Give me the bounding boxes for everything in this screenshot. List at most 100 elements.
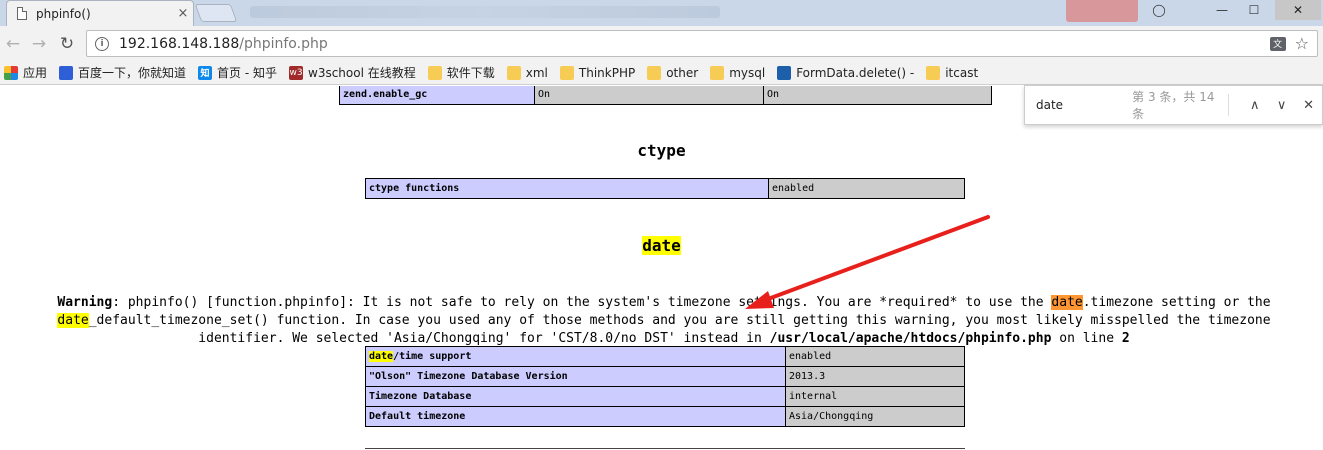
ctype-table: ctype functions enabled	[365, 178, 965, 199]
close-window-button[interactable]: ✕	[1275, 0, 1321, 20]
warning-line: 2	[1121, 331, 1130, 346]
info-icon[interactable]: i	[95, 36, 109, 51]
bookmark-item[interactable]: 百度一下，你就知道	[59, 64, 186, 81]
folder-icon	[647, 65, 662, 80]
tab-close-icon[interactable]: ×	[173, 6, 193, 21]
local-value-cell: On	[534, 86, 764, 105]
address-bar[interactable]: i 192.168.148.188/phpinfo.php 文 ☆	[86, 30, 1318, 57]
user-icon[interactable]: ◯	[1148, 0, 1170, 20]
folder-icon	[427, 65, 442, 80]
url-path: /phpinfo.php	[239, 35, 328, 52]
find-bar: date 第 3 条，共 14 条 ∧ ∨ ✕	[1024, 85, 1323, 125]
directive-cell: Timezone Database	[365, 386, 786, 407]
section-title-ctype: ctype	[637, 141, 686, 160]
url-host: 192.168.148.188	[119, 35, 240, 52]
bookmark-item[interactable]: xml	[506, 65, 548, 80]
reload-icon[interactable]: ↻	[56, 33, 78, 55]
bookmark-item[interactable]: FormData.delete() -	[777, 65, 915, 80]
forward-arrow-icon[interactable]: →	[28, 33, 50, 55]
warning-sep: :	[112, 295, 128, 310]
blurred-button	[1066, 0, 1138, 22]
find-match-count: 第 3 条，共 14 条	[1132, 90, 1215, 121]
warning-text-2: ]: It is not safe to rely on the system'…	[339, 295, 1052, 310]
formdata-icon	[777, 65, 792, 80]
value-cell: enabled	[785, 346, 965, 367]
directive-cell: Default timezone	[365, 406, 786, 427]
find-previous-icon[interactable]: ∧	[1241, 98, 1268, 113]
new-tab-button[interactable]	[194, 4, 238, 22]
bookmark-item[interactable]: mysql	[710, 65, 766, 80]
folder-icon	[710, 65, 725, 80]
zhihu-icon: 知	[198, 65, 213, 80]
apps-icon	[4, 65, 18, 80]
php-warning: Warning: phpinfo() [function.phpinfo]: I…	[40, 294, 1288, 348]
bookmark-item[interactable]: itcast	[926, 65, 979, 80]
directive-cell: date/time support	[365, 346, 786, 367]
bookmark-label: other	[666, 65, 699, 80]
date-table: date/time support enabled "Olson" Timezo…	[365, 346, 965, 427]
bookmark-item[interactable]: 应用	[4, 64, 47, 81]
bookmark-label: w3school 在线教程	[308, 66, 416, 80]
bookmark-item[interactable]: w3 w3school 在线教程	[289, 64, 416, 81]
table-row: "Olson" Timezone Database Version 2013.3	[365, 366, 965, 387]
directive-cell: ctype functions	[365, 178, 769, 199]
bookmark-label: 应用	[23, 66, 48, 80]
minimize-button[interactable]: —	[1208, 0, 1236, 20]
warning-text-1: phpinfo() [	[127, 295, 214, 310]
folder-icon	[559, 65, 574, 80]
folder-icon	[926, 65, 941, 80]
warning-file: /usr/local/apache/htdocs/phpinfo.php	[769, 331, 1052, 346]
value-cell: enabled	[768, 178, 965, 199]
bookmark-label: xml	[525, 65, 548, 80]
bookmark-label: FormData.delete() -	[796, 65, 915, 80]
blurred-area	[250, 6, 720, 18]
tab-phpinfo[interactable]: phpinfo() ×	[6, 0, 194, 26]
find-match: date	[369, 351, 394, 362]
table-row: zend.enable_gc On On	[339, 86, 992, 105]
maximize-button[interactable]: ☐	[1240, 0, 1268, 20]
page-content: zend.enable_gc On On ctype ctype functio…	[0, 86, 1323, 450]
master-value-cell: On	[763, 86, 992, 105]
back-arrow-icon[interactable]: ←	[2, 33, 24, 55]
warning-text-5: on line	[1051, 331, 1122, 346]
directive-cell: zend.enable_gc	[339, 86, 535, 105]
find-next-icon[interactable]: ∨	[1268, 98, 1295, 113]
title-bar: phpinfo() × ◯ — ☐ ✕	[0, 0, 1323, 26]
find-close-icon[interactable]: ✕	[1295, 98, 1322, 113]
date-title-highlight: date	[642, 236, 681, 255]
table-row: Timezone Database internal	[365, 386, 965, 407]
bookmark-item[interactable]: 知首页 - 知乎	[198, 64, 277, 81]
bookmark-label: 软件下载	[446, 66, 495, 80]
find-input[interactable]: date	[1036, 98, 1132, 112]
directive-cell: "Olson" Timezone Database Version	[365, 366, 786, 387]
bookmark-label: 首页 - 知乎	[217, 66, 277, 80]
bookmark-label: mysql	[729, 65, 766, 80]
zend-table: zend.enable_gc On On	[339, 86, 992, 105]
find-divider	[1228, 94, 1230, 116]
folder-icon	[506, 65, 521, 80]
page-icon	[17, 7, 27, 20]
value-cell: Asia/Chongqing	[785, 406, 965, 427]
divider	[365, 448, 965, 449]
table-row: Default timezone Asia/Chongqing	[365, 406, 965, 427]
translate-icon[interactable]: 文	[1269, 36, 1286, 51]
bookmark-item[interactable]: 软件下载	[427, 64, 495, 81]
value-cell: 2013.3	[785, 366, 965, 387]
warning-link[interactable]: function.phpinfo	[214, 295, 339, 310]
section-title-date: date	[0, 236, 1323, 255]
browser-toolbar: ← → ↻ i 192.168.148.188/phpinfo.php 文 ☆	[0, 26, 1323, 61]
bookmark-label: itcast	[945, 65, 979, 80]
bookmark-item[interactable]: ThinkPHP	[559, 65, 635, 80]
table-row: ctype functions enabled	[365, 178, 965, 199]
w3school-icon: w3	[289, 65, 303, 80]
url-text[interactable]: 192.168.148.188/phpinfo.php	[119, 36, 1270, 52]
table-row: date/time support enabled	[365, 346, 965, 367]
bookmarks-bar: 应用 百度一下，你就知道知首页 - 知乎 w3 w3school 在线教程 软件下载 xm…	[0, 61, 1323, 85]
find-match: date	[57, 313, 89, 328]
tab-title: phpinfo()	[36, 6, 91, 21]
warning-label: Warning	[57, 295, 113, 310]
find-match-current: date	[1051, 295, 1083, 310]
bookmark-item[interactable]: other	[647, 65, 699, 80]
star-icon[interactable]: ☆	[1295, 34, 1309, 53]
directive-text: /time support	[393, 351, 472, 362]
